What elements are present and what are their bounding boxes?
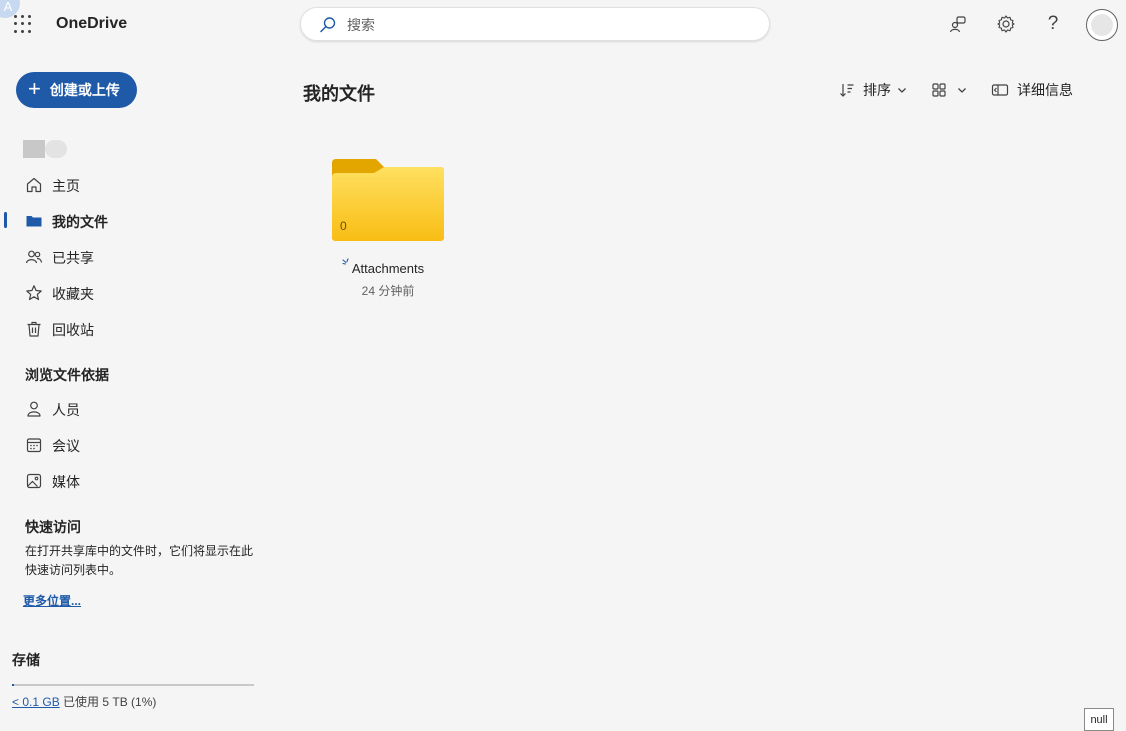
- waffle-icon[interactable]: [14, 15, 32, 33]
- search-box[interactable]: [300, 7, 770, 41]
- sidebar-item-favorites[interactable]: 收藏夹: [0, 276, 270, 308]
- sidebar-item-label: 会议: [52, 438, 80, 454]
- sidebar-item-meetings[interactable]: 会议: [0, 428, 270, 460]
- storage-usage-rest: 已使用 5 TB (1%): [63, 695, 157, 709]
- page-title: 我的文件: [303, 84, 375, 104]
- search-input[interactable]: [347, 14, 747, 36]
- sidebar-item-label: 回收站: [52, 322, 94, 338]
- folder-icon: [332, 159, 444, 241]
- details-pane-icon: [991, 84, 1009, 96]
- storage-progress-fill: [12, 684, 15, 686]
- create-upload-button[interactable]: + 创建或上传: [16, 72, 137, 108]
- sidebar-item-label: 媒体: [52, 474, 80, 490]
- plus-icon: +: [28, 76, 41, 101]
- chevron-down-icon: [958, 88, 966, 93]
- folder-item-count: 0: [340, 219, 347, 233]
- sidebar-item-media[interactable]: 媒体: [0, 464, 270, 496]
- details-button[interactable]: 详细信息: [991, 80, 1073, 100]
- people-icon: [25, 248, 43, 266]
- folder-modified-time: 24 分钟前: [361, 284, 415, 298]
- help-icon[interactable]: ?: [1042, 13, 1064, 35]
- sidebar-item-label: 收藏夹: [52, 286, 94, 302]
- sidebar-item-home[interactable]: 主页: [0, 168, 270, 200]
- avatar-placeholder: [1091, 14, 1113, 36]
- storage-title: 存储: [12, 652, 40, 668]
- quick-access-title: 快速访问: [25, 519, 81, 535]
- search-icon: [320, 17, 336, 33]
- storage-used-link[interactable]: < 0.1 GB: [12, 695, 60, 709]
- storage-progress-bar: [12, 684, 254, 686]
- view-options-button[interactable]: [931, 80, 967, 100]
- more-places-link[interactable]: 更多位置...: [23, 592, 81, 609]
- sort-icon: [840, 84, 854, 97]
- quick-access-description: 在打开共享库中的文件时，它们将显示在此快速访问列表中。: [25, 544, 254, 577]
- create-upload-label: 创建或上传: [49, 82, 120, 98]
- sidebar-item-my-files[interactable]: 我的文件: [0, 204, 270, 236]
- sidebar-item-shared[interactable]: 已共享: [0, 240, 270, 272]
- sidebar-item-label: 人员: [52, 402, 80, 418]
- sidebar-item-label: 主页: [52, 178, 80, 194]
- folder-name[interactable]: Attachments: [328, 261, 448, 276]
- folder-tile[interactable]: 0 Attachments 24 分钟前: [328, 155, 448, 305]
- image-icon: [25, 472, 43, 490]
- sort-label: 排序: [863, 82, 891, 98]
- debug-badge: null: [1084, 708, 1114, 731]
- details-label: 详细信息: [1017, 82, 1073, 98]
- sidebar-item-label: 已共享: [52, 250, 94, 266]
- person-icon: [25, 400, 43, 418]
- sort-button[interactable]: 排序: [839, 80, 907, 100]
- top-bar: OneDrive ?: [0, 0, 1126, 50]
- sidebar-item-recycle-bin[interactable]: 回收站: [0, 312, 270, 344]
- gear-icon[interactable]: [995, 13, 1017, 35]
- feedback-icon[interactable]: [947, 13, 969, 35]
- home-icon: [25, 176, 43, 194]
- active-indicator: [4, 212, 7, 228]
- grid-view-icon: [932, 83, 946, 97]
- avatar[interactable]: [1086, 9, 1118, 41]
- account-logo: [23, 140, 67, 158]
- sidebar-item-people[interactable]: 人员: [0, 392, 270, 424]
- trash-icon: [25, 320, 43, 338]
- sidebar-item-label: 我的文件: [52, 214, 108, 230]
- app-name[interactable]: OneDrive: [56, 15, 127, 33]
- storage-usage-text: < 0.1 GB 已使用 5 TB (1%): [12, 693, 156, 710]
- star-icon: [25, 284, 43, 302]
- calendar-icon: [25, 436, 43, 454]
- chevron-down-icon: [898, 88, 906, 93]
- folder-icon: [25, 212, 43, 230]
- browse-section-title: 浏览文件依据: [25, 367, 109, 383]
